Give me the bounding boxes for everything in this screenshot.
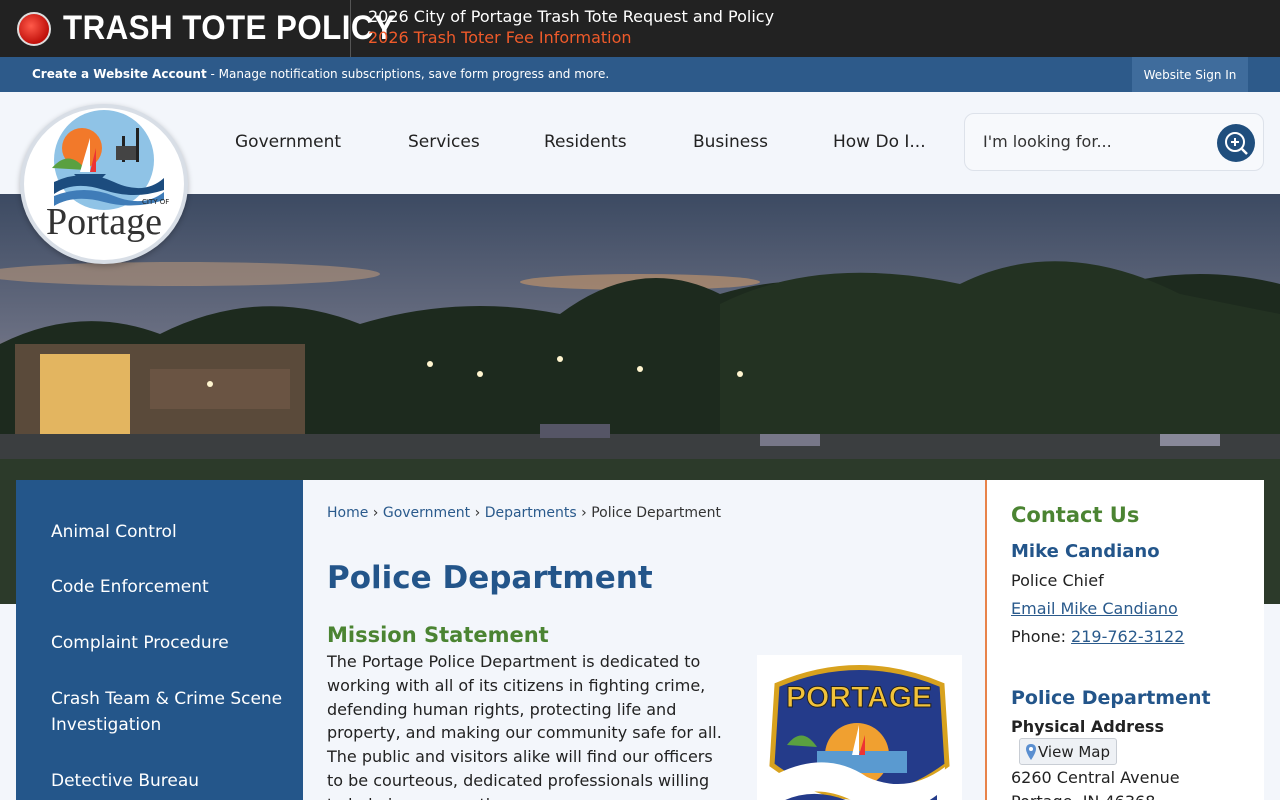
contact-role: Police Chief <box>1011 571 1104 590</box>
account-bar-text: Create a Website Account - Manage notifi… <box>32 67 609 81</box>
account-bar: Create a Website Account - Manage notifi… <box>0 57 1280 92</box>
email-contact-link[interactable]: Email Mike Candiano <box>1011 599 1178 618</box>
alert-banner: TRASH TOTE POLICY 2026 City of Portage T… <box>0 0 1280 57</box>
trash-tote-policy-link[interactable]: 2026 City of Portage Trash Tote Request … <box>368 6 774 27</box>
search-button[interactable] <box>1217 124 1255 162</box>
city-logo[interactable]: CITY OF Portage <box>20 104 188 264</box>
alert-icon <box>17 11 51 46</box>
sidebar-item-code-enforcement[interactable]: Code Enforcement <box>51 574 291 600</box>
phone-link[interactable]: 219-762-3122 <box>1071 627 1184 646</box>
sidebar-item-crash-team[interactable]: Crash Team & Crime Scene Investigation <box>51 686 291 738</box>
breadcrumb-government[interactable]: Government <box>383 505 470 521</box>
breadcrumb-home[interactable]: Home <box>327 505 368 521</box>
nav-how-do-i[interactable]: How Do I... <box>833 132 926 152</box>
website-sign-in-button[interactable]: Website Sign In <box>1132 57 1248 92</box>
address-line-1: 6260 Central Avenue <box>1011 768 1180 787</box>
phone-label: Phone: <box>1011 627 1072 646</box>
contact-panel: Contact Us Mike Candiano Police Chief Em… <box>985 480 1264 800</box>
nav-business[interactable]: Business <box>693 132 768 152</box>
breadcrumb-separator: › <box>372 505 379 521</box>
nav-government[interactable]: Government <box>235 132 341 152</box>
logo-name: Portage <box>46 201 162 243</box>
mission-text: The Portage Police Department is dedicat… <box>327 652 722 800</box>
physical-address-label: Physical Address <box>1011 717 1164 736</box>
breadcrumb-separator: › <box>581 505 587 521</box>
mission-heading: Mission Statement <box>327 623 549 647</box>
search-icon <box>1225 132 1248 155</box>
sidebar-nav: Animal Control Code Enforcement Complain… <box>16 480 303 800</box>
contact-phone: Phone: 219-762-3122 <box>1011 627 1184 646</box>
view-map-button[interactable]: View Map <box>1019 738 1118 765</box>
main-content: Home › Government › Departments › Police… <box>303 480 986 800</box>
account-description: - Manage notification subscriptions, sav… <box>206 67 610 81</box>
view-map-label: View Map <box>1038 742 1111 761</box>
breadcrumb: Home › Government › Departments › Police… <box>327 505 721 521</box>
contact-name: Mike Candiano <box>1011 541 1160 562</box>
department-name: Police Department <box>1011 687 1211 709</box>
breadcrumb-current: Police Department <box>591 505 721 521</box>
page-title: Police Department <box>327 560 653 596</box>
sidebar-item-complaint-procedure[interactable]: Complaint Procedure <box>51 630 291 656</box>
breadcrumb-departments[interactable]: Departments <box>485 505 577 521</box>
sidebar-item-detective-bureau[interactable]: Detective Bureau <box>51 768 291 794</box>
alert-links: 2026 City of Portage Trash Tote Request … <box>368 6 774 49</box>
breadcrumb-separator: › <box>474 505 481 521</box>
contact-title: Contact Us <box>1011 503 1140 527</box>
alert-divider <box>350 0 351 57</box>
search-input[interactable] <box>983 132 1203 151</box>
address-line-2: Portage, IN 46368 <box>1011 792 1155 800</box>
alert-title: TRASH TOTE POLICY <box>63 9 396 47</box>
create-account-link[interactable]: Create a Website Account <box>32 67 207 81</box>
sidebar-item-animal-control[interactable]: Animal Control <box>51 519 291 545</box>
police-badge-image: PORTAGE <box>757 655 962 800</box>
badge-text: PORTAGE <box>786 681 932 714</box>
nav-services[interactable]: Services <box>408 132 480 152</box>
nav-residents[interactable]: Residents <box>544 132 627 152</box>
trash-toter-fee-link[interactable]: 2026 Trash Toter Fee Information <box>368 27 774 49</box>
search-box <box>964 113 1264 171</box>
map-pin-icon <box>1026 743 1036 760</box>
